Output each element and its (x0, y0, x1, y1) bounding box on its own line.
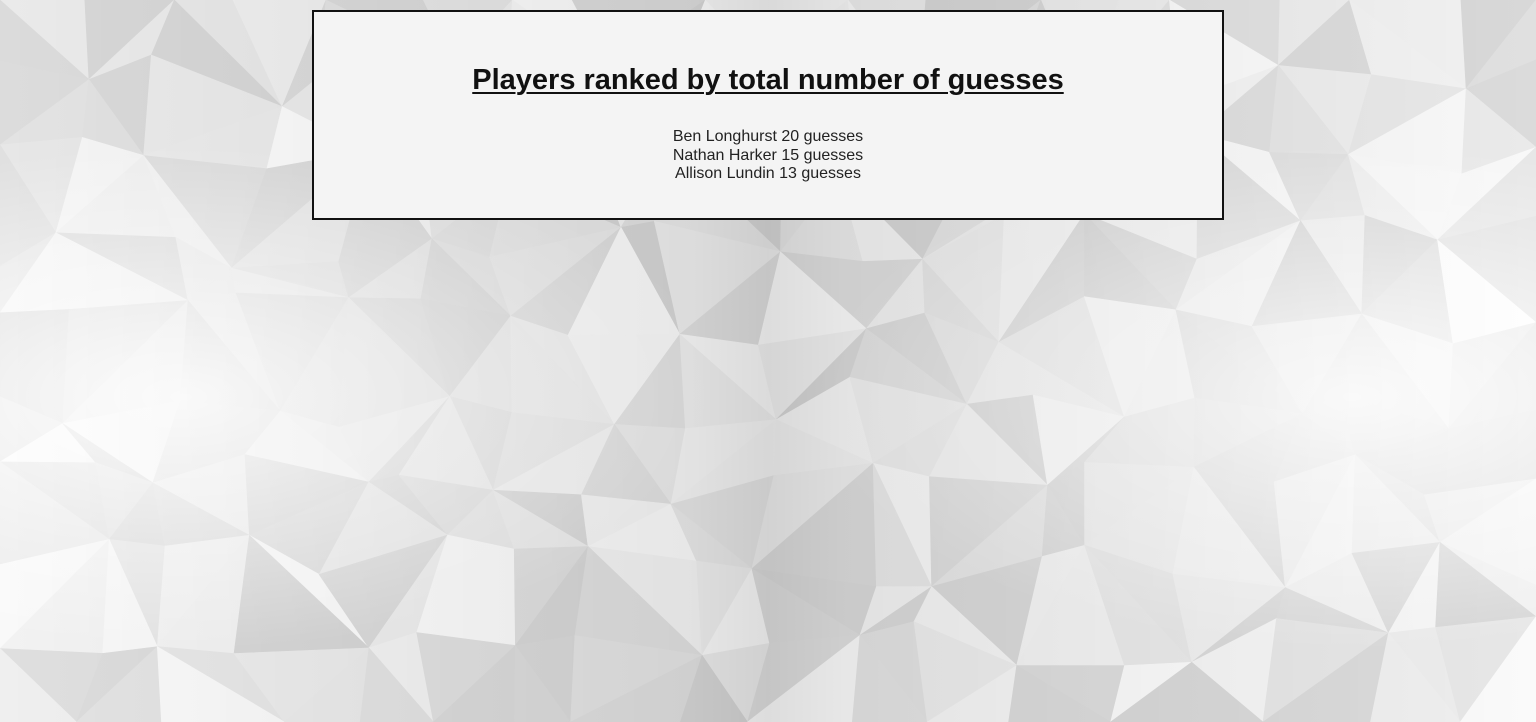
player-ranking-list: Ben Longhurst 20 guesses Nathan Harker 1… (314, 128, 1222, 184)
player-rank-item: Ben Longhurst 20 guesses (672, 128, 864, 145)
leaderboard-title: Players ranked by total number of guesse… (472, 64, 1064, 96)
player-rank-item: Allison Lundin 13 guesses (675, 165, 861, 182)
leaderboard-panel: Players ranked by total number of guesse… (312, 10, 1224, 220)
player-rank-item: Nathan Harker 15 guesses (672, 146, 864, 164)
